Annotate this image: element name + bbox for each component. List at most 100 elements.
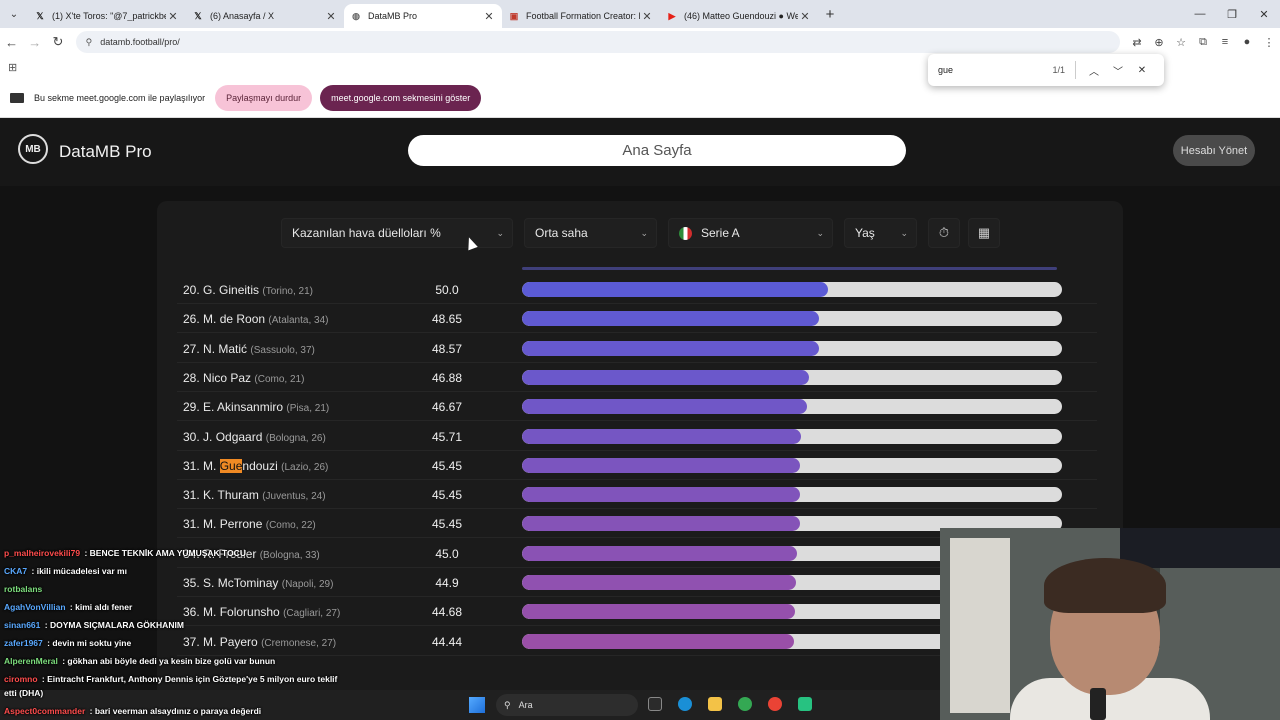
- apps-grid-icon[interactable]: ⊞: [8, 61, 17, 74]
- player-club-age: (Bologna, 26): [265, 432, 326, 444]
- league-dropdown[interactable]: Serie A ⌄: [668, 218, 833, 248]
- new-tab-button[interactable]: +: [818, 6, 842, 23]
- chevron-down-icon: ⌄: [900, 228, 908, 238]
- value-bar-track: [522, 457, 1062, 473]
- discord-icon[interactable]: [798, 697, 812, 711]
- translate-icon[interactable]: ⇄: [1126, 36, 1148, 49]
- home-button[interactable]: Ana Sayfa: [408, 135, 906, 166]
- player-name[interactable]: 26. M. de Roon (Atalanta, 34): [183, 312, 328, 326]
- taskbar-search-label: Ara: [518, 700, 533, 710]
- player-name-text: N. Matić: [203, 341, 248, 356]
- profile-avatar-icon[interactable]: ●: [1236, 36, 1258, 49]
- player-row[interactable]: 31. M. Guendouzi (Lazio, 26) 45.45: [177, 451, 1097, 480]
- find-next-icon[interactable]: ﹀: [1106, 63, 1130, 78]
- globe-icon: ◍: [352, 10, 360, 21]
- chat-text: BENCE TEKNİK AMA YUMUŞAK TOCU: [89, 548, 246, 558]
- browser-tab-5[interactable]: ▶ (46) Matteo Guendouzi ● Welco ✕: [660, 4, 818, 28]
- player-rank: 31.: [183, 488, 200, 503]
- player-name[interactable]: 30. J. Odgaard (Bologna, 26): [183, 430, 326, 444]
- player-row[interactable]: 28. Nico Paz (Como, 21) 46.88: [177, 363, 1097, 392]
- find-previous-icon[interactable]: ︿: [1082, 63, 1106, 78]
- player-rank: 20.: [183, 283, 200, 297]
- close-window-icon[interactable]: ✕: [1248, 8, 1280, 21]
- browser-tab-4[interactable]: ▣ Football Formation Creator: Re ✕: [502, 4, 660, 28]
- minutes-filter-button[interactable]: ⏱: [928, 218, 960, 248]
- player-name[interactable]: 31. K. Thuram (Juventus, 24): [183, 488, 326, 502]
- close-tab-icon[interactable]: ✕: [640, 10, 654, 23]
- player-row[interactable]: 30. J. Odgaard (Bologna, 26) 45.71: [177, 422, 1097, 451]
- restore-icon[interactable]: ❐: [1216, 8, 1248, 21]
- chat-username: zafer1967: [4, 638, 43, 648]
- browser-tab-1[interactable]: 𝕏 (1) X'te Toros: "@7_patrickberg G ✕: [28, 4, 186, 28]
- metric-value: 44.44: [431, 634, 463, 649]
- metric-dropdown[interactable]: Kazanılan hava düelloları % ⌄: [281, 218, 513, 248]
- browser-tab-3[interactable]: ◍ DataMB Pro ✕: [344, 4, 502, 28]
- back-icon[interactable]: ←: [0, 35, 23, 50]
- windows-start-icon[interactable]: [469, 697, 485, 713]
- minimize-icon[interactable]: —: [1184, 8, 1216, 21]
- webcam-monitor: [1120, 528, 1280, 568]
- position-dropdown[interactable]: Orta saha ⌄: [524, 218, 657, 248]
- extensions-icon[interactable]: ⧉: [1192, 36, 1214, 49]
- age-dropdown[interactable]: Yaş ⌄: [844, 218, 917, 248]
- find-divider: [1075, 61, 1076, 79]
- player-row[interactable]: 29. E. Akinsanmiro (Pisa, 21) 46.67: [177, 392, 1097, 422]
- menu-icon[interactable]: ⋮: [1258, 36, 1280, 49]
- zoom-icon[interactable]: ⊕: [1148, 36, 1170, 49]
- value-bar-track: [522, 311, 1062, 327]
- url-field[interactable]: ⚲ datamb.football/pro/: [75, 31, 1120, 53]
- chat-message: CKA7 : ikili mücadelesi var mı: [4, 566, 127, 576]
- forward-icon[interactable]: →: [23, 35, 46, 50]
- chat-username: CKA7: [4, 566, 28, 576]
- stop-sharing-button[interactable]: Paylaşmayı durdur: [215, 84, 313, 111]
- close-tab-icon[interactable]: ✕: [324, 10, 338, 23]
- file-explorer-icon[interactable]: [648, 697, 662, 711]
- player-name-text: Nico Paz: [203, 370, 252, 385]
- metric-value: 44.68: [431, 605, 463, 620]
- datamb-logo[interactable]: MB: [18, 134, 48, 164]
- tab-search-icon[interactable]: ⌄: [0, 0, 28, 28]
- folder-icon[interactable]: [708, 697, 722, 711]
- find-close-icon[interactable]: ✕: [1130, 65, 1154, 76]
- chat-message: Aspect0commander : bari veerman alsaydın…: [4, 706, 262, 716]
- media-icon[interactable]: ≡: [1214, 36, 1236, 49]
- find-input[interactable]: gue: [938, 65, 1052, 75]
- player-name[interactable]: 20. G. Gineitis (Torino, 21): [183, 283, 313, 297]
- value-bar-track: [522, 487, 1062, 503]
- player-name[interactable]: 28. Nico Paz (Como, 21): [183, 371, 304, 385]
- player-row[interactable]: 26. M. de Roon (Atalanta, 34) 48.65: [177, 304, 1097, 334]
- close-tab-icon[interactable]: ✕: [166, 10, 180, 23]
- player-name[interactable]: 29. E. Akinsanmiro (Pisa, 21): [183, 400, 329, 414]
- close-tab-icon[interactable]: ✕: [482, 10, 496, 23]
- season-filter-button[interactable]: ▦: [968, 218, 1000, 248]
- player-name[interactable]: 31. M. Perrone (Como, 22): [183, 517, 316, 531]
- close-tab-icon[interactable]: ✕: [798, 10, 812, 23]
- chrome-icon[interactable]: [738, 697, 752, 711]
- player-row[interactable]: 31. K. Thuram (Juventus, 24) 45.45: [177, 480, 1097, 510]
- player-rank: 29.: [183, 400, 200, 415]
- site-info-icon[interactable]: ⚲: [86, 37, 93, 48]
- metric-value: 45.45: [431, 458, 463, 473]
- microphone: [1090, 688, 1106, 720]
- show-meet-tab-button[interactable]: meet.google.com sekmesini göster: [320, 84, 482, 111]
- player-row[interactable]: 27. N. Matić (Sassuolo, 37) 48.57: [177, 334, 1097, 363]
- value-bar-fill: [522, 399, 808, 415]
- manage-account-button[interactable]: Hesabı Yönet: [1173, 135, 1255, 166]
- chat-username: sinan661: [4, 620, 41, 630]
- screen-share-icon: [10, 92, 24, 103]
- player-rank: 31.: [183, 458, 200, 473]
- player-rank: 31.: [183, 517, 200, 532]
- find-highlight: Gue: [219, 458, 243, 473]
- player-name[interactable]: 31. M. Guendouzi (Lazio, 26): [183, 458, 328, 473]
- reload-icon[interactable]: ↻: [46, 34, 69, 50]
- tab-title: DataMB Pro: [368, 11, 418, 21]
- webcam-door: [950, 538, 1010, 713]
- player-name[interactable]: 27. N. Matić (Sassuolo, 37): [183, 342, 315, 356]
- chrome-profile-icon[interactable]: [768, 697, 782, 711]
- taskbar-search[interactable]: ⚲ Ara: [496, 694, 638, 716]
- bookmark-star-icon[interactable]: ☆: [1170, 36, 1192, 49]
- edge-browser-icon[interactable]: [678, 697, 692, 711]
- chat-text: bari veerman alsaydınız o paraya değerdi: [94, 706, 262, 716]
- browser-tab-2[interactable]: 𝕏 (6) Anasayfa / X ✕: [186, 4, 344, 28]
- player-row[interactable]: 20. G. Gineitis (Torino, 21) 50.0: [177, 275, 1097, 304]
